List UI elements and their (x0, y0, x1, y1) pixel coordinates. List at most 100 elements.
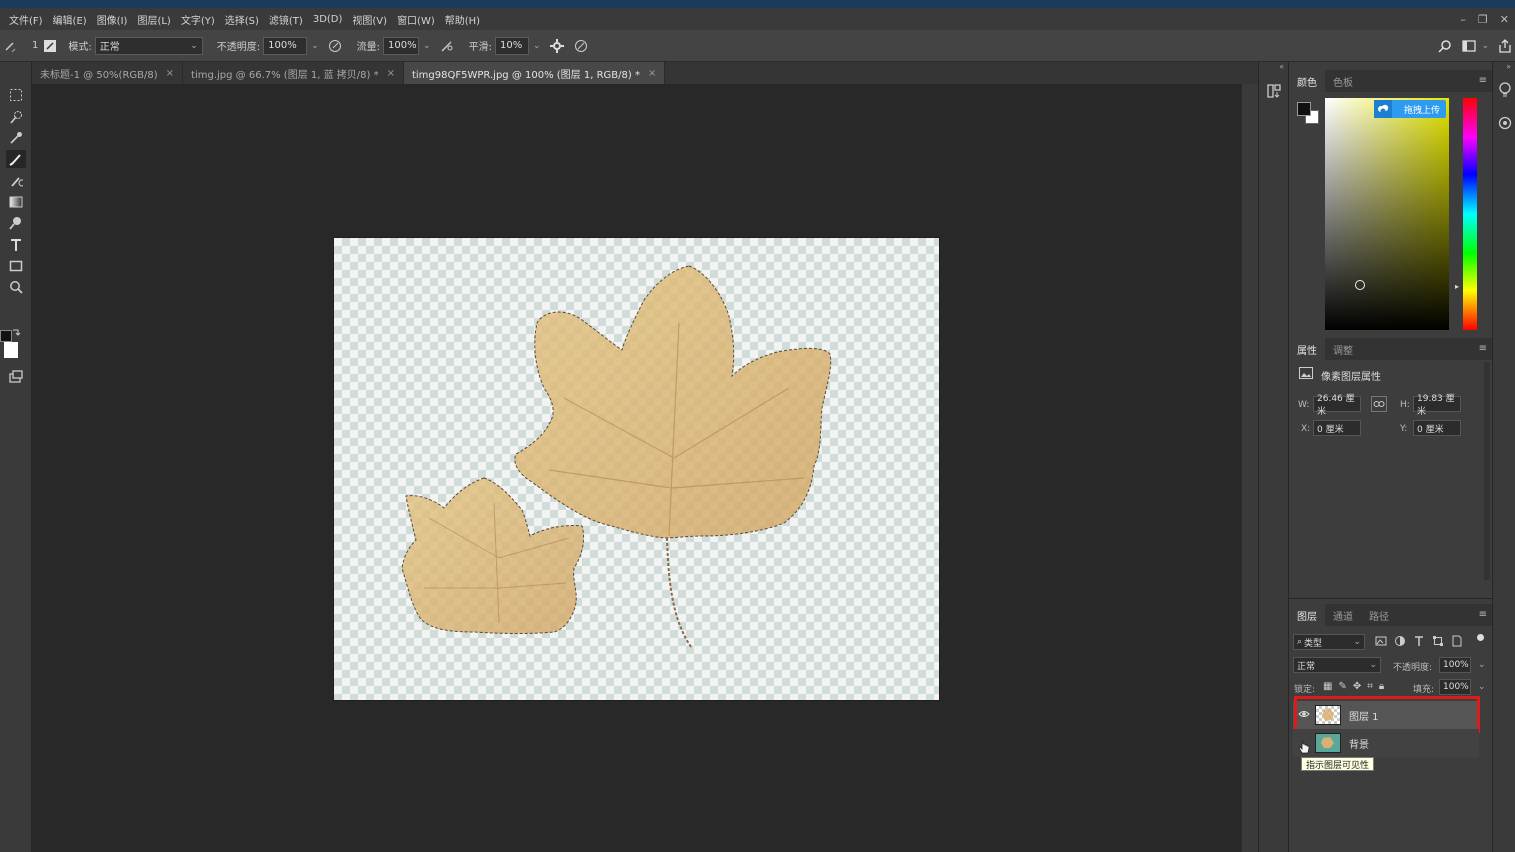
close-icon[interactable]: ✕ (1500, 13, 1509, 26)
flow-dropdown-icon[interactable]: ⌄ (423, 41, 431, 51)
history-brush-tool-icon[interactable] (6, 172, 26, 190)
menu-edit[interactable]: 编辑(E) (48, 12, 92, 27)
menu-file[interactable]: 文件(F) (0, 12, 48, 27)
layer-name[interactable]: 背景 (1349, 736, 1369, 751)
filter-pixel-icon[interactable] (1375, 635, 1387, 647)
height-field[interactable]: 19.83 厘米 (1413, 394, 1461, 417)
filter-smart-object-icon[interactable] (1451, 635, 1463, 647)
x-field[interactable]: 0 厘米 (1313, 420, 1361, 436)
layer-filter-select[interactable]: ⌕ 类型 ⌄ (1293, 634, 1365, 650)
screen-mode-icon[interactable] (6, 368, 26, 386)
lock-transparency-icon[interactable]: ▦ (1323, 681, 1332, 692)
color-field[interactable] (1325, 98, 1449, 330)
close-tab-icon[interactable]: × (648, 68, 656, 79)
y-field[interactable]: 0 厘米 (1413, 420, 1461, 436)
rectangle-tool-icon[interactable] (6, 257, 26, 275)
menu-3d[interactable]: 3D(D) (308, 14, 348, 25)
restore-icon[interactable]: ❐ (1478, 13, 1488, 26)
chevron-down-icon[interactable]: ⌄ (1478, 682, 1486, 692)
opacity-input[interactable]: 100% (263, 36, 308, 55)
menu-view[interactable]: 视图(V) (347, 12, 392, 27)
upload-button[interactable]: 拖拽上传 (1374, 100, 1446, 118)
vertical-scrollbar[interactable] (1241, 84, 1258, 852)
menu-type[interactable]: 文字(Y) (176, 12, 220, 27)
tab-layers[interactable]: 图层 (1289, 604, 1325, 626)
airbrush-icon[interactable] (439, 38, 455, 54)
pressure-opacity-icon[interactable] (327, 38, 343, 54)
dodge-tool-icon[interactable] (6, 214, 26, 232)
color-picker-handle[interactable] (1355, 280, 1365, 290)
zoom-tool-icon[interactable] (6, 278, 26, 296)
tab-adjustments[interactable]: 调整 (1325, 338, 1361, 360)
brush-panel-icon[interactable] (42, 38, 58, 54)
filter-shape-icon[interactable] (1432, 635, 1444, 647)
tab-color[interactable]: 颜色 (1289, 70, 1325, 92)
menu-help[interactable]: 帮助(H) (440, 12, 485, 27)
workspace-icon[interactable] (1461, 38, 1477, 54)
tab-swatches[interactable]: 色板 (1325, 70, 1361, 92)
menu-image[interactable]: 图像(I) (92, 12, 133, 27)
smoothing-settings-gear-icon[interactable] (549, 38, 565, 54)
layer-row[interactable]: 背景 (1293, 729, 1479, 757)
history-panel-icon[interactable] (1265, 82, 1283, 100)
menu-filter[interactable]: 滤镜(T) (264, 12, 308, 27)
lightbulb-icon[interactable] (1498, 82, 1512, 98)
lock-artboard-icon[interactable]: ⌗ (1367, 681, 1373, 692)
background-color-swatch[interactable] (4, 342, 18, 358)
foreground-color-swatch[interactable] (0, 330, 12, 342)
document-canvas[interactable] (333, 237, 940, 701)
collapse-arrows-icon[interactable]: « (1279, 62, 1284, 71)
close-tab-icon[interactable]: × (166, 68, 174, 79)
menu-layer[interactable]: 图层(L) (132, 12, 175, 27)
document-tab[interactable]: timg.jpg @ 66.7% (图层 1, 蓝 拷贝/8) * × (183, 62, 404, 84)
menu-window[interactable]: 窗口(W) (392, 12, 440, 27)
brush-size-value[interactable]: 1 (32, 40, 38, 51)
panel-menu-icon[interactable]: ≡ (1479, 343, 1487, 354)
panel-menu-icon[interactable]: ≡ (1479, 75, 1487, 86)
gradient-tool-icon[interactable] (6, 193, 26, 211)
fill-input[interactable]: 100% (1439, 679, 1471, 695)
minimize-icon[interactable]: – (1460, 13, 1466, 26)
width-field[interactable]: 26.46 厘米 (1313, 394, 1361, 417)
tab-channels[interactable]: 通道 (1325, 604, 1361, 626)
quick-selection-tool-icon[interactable] (6, 108, 26, 126)
filter-adjustment-icon[interactable] (1394, 635, 1406, 647)
lock-pixels-icon[interactable]: ✎ (1338, 681, 1346, 692)
type-tool-icon[interactable] (6, 236, 26, 254)
color-fg-swatch-top (1297, 102, 1311, 116)
pressure-size-icon[interactable] (573, 38, 589, 54)
marquee-tool-icon[interactable] (6, 86, 26, 104)
document-tab-active[interactable]: timg98QF5WPR.jpg @ 100% (图层 1, RGB/8) * … (403, 62, 666, 84)
smoothing-dropdown-icon[interactable]: ⌄ (533, 41, 541, 51)
search-icon[interactable] (1437, 38, 1453, 54)
blend-mode-select[interactable]: 正常 ⌄ (1293, 657, 1381, 673)
share-icon[interactable] (1497, 38, 1513, 54)
hue-slider[interactable] (1463, 98, 1477, 330)
link-dimensions-icon[interactable] (1371, 396, 1387, 412)
menu-select[interactable]: 选择(S) (220, 12, 264, 27)
flow-input[interactable]: 100% (383, 36, 420, 55)
brush-tool-icon[interactable] (6, 150, 26, 168)
filter-toggle-icon[interactable] (1477, 634, 1484, 641)
opacity-dropdown-icon[interactable]: ⌄ (311, 41, 319, 51)
close-tab-icon[interactable]: × (387, 68, 395, 79)
expand-arrows-icon[interactable]: » (1506, 62, 1511, 71)
hue-slider-arrow-icon[interactable]: ▸ (1455, 282, 1459, 291)
filter-type-icon[interactable] (1413, 635, 1425, 647)
lock-position-icon[interactable]: ✥ (1353, 681, 1361, 692)
document-tab[interactable]: 未标题-1 @ 50%(RGB/8) × (32, 62, 184, 84)
tool-preset-icon[interactable] (2, 38, 18, 54)
panel-menu-icon[interactable]: ≡ (1479, 609, 1487, 620)
lock-all-icon[interactable]: 🔒︎ (1379, 681, 1384, 692)
eyedropper-tool-icon[interactable] (6, 129, 26, 147)
properties-scrollbar[interactable] (1484, 362, 1490, 580)
workspace-dropdown-icon[interactable]: ⌄ (1481, 41, 1489, 51)
mode-select[interactable]: 正常 ⌄ (94, 36, 203, 55)
smoothing-input[interactable]: 10% (494, 36, 529, 55)
tab-paths[interactable]: 路径 (1361, 604, 1397, 626)
layer-opacity-input[interactable]: 100% (1439, 657, 1471, 673)
x-value: 0 厘米 (1317, 424, 1344, 435)
chevron-down-icon[interactable]: ⌄ (1478, 660, 1486, 670)
tab-properties[interactable]: 属性 (1289, 338, 1325, 360)
libraries-icon[interactable] (1498, 116, 1512, 130)
